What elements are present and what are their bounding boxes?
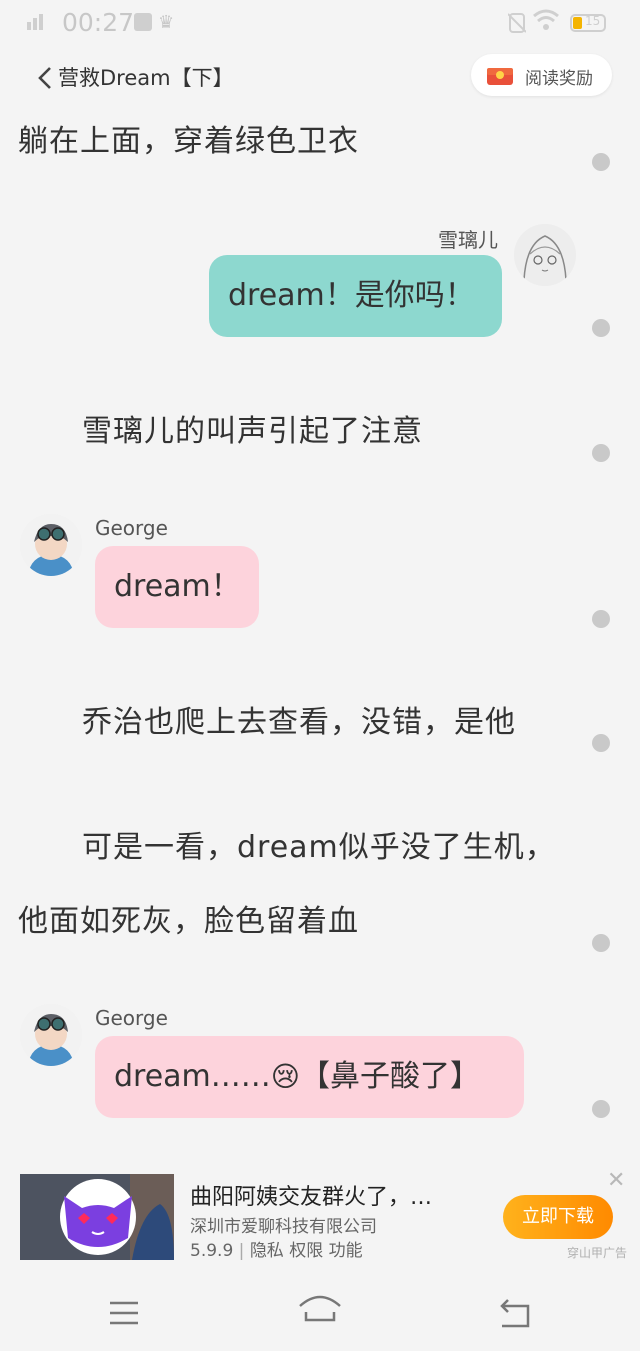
- paragraph-comment-dot[interactable]: [592, 153, 610, 171]
- story-paragraph: 躺在上面，穿着绿色卫衣: [18, 124, 359, 159]
- speaker-name: George: [95, 1006, 168, 1030]
- avatar[interactable]: [20, 514, 82, 576]
- ad-privacy-link[interactable]: 隐私: [250, 1241, 284, 1261]
- chapter-title[interactable]: 营救Dream【下】: [58, 62, 234, 92]
- chat-bubble: dream！: [95, 546, 259, 628]
- paragraph-comment-dot[interactable]: [592, 444, 610, 462]
- story-paragraph: 乔治也爬上去查看，没错，是他: [82, 705, 516, 740]
- ad-meta: 5.9.9 | 隐私 权限 功能: [190, 1236, 363, 1261]
- return-icon[interactable]: [498, 1298, 532, 1328]
- status-bar: 00:27 ♛ 15: [0, 0, 640, 48]
- crown-icon: ♛: [158, 12, 175, 33]
- story-paragraph: 他面如死灰，脸色留着血: [18, 904, 359, 939]
- chat-bubble-text: 【鼻子酸了】: [300, 1059, 480, 1094]
- avatar-george-icon: [20, 1004, 82, 1066]
- play-icon: [134, 13, 152, 31]
- speaker-name: George: [95, 516, 168, 540]
- reading-reward-button[interactable]: 阅读奖励: [471, 54, 612, 96]
- reading-reward-label: 阅读奖励: [525, 69, 593, 89]
- ad-source-tag: 穿山甲广告: [567, 1246, 628, 1260]
- battery-icon: 15: [570, 14, 606, 32]
- ad-version: 5.9.9: [190, 1241, 234, 1261]
- paragraph-comment-dot[interactable]: [592, 1100, 610, 1118]
- battery-level: [573, 17, 582, 29]
- battery-percent: 15: [585, 14, 601, 28]
- avatar-george-icon: [20, 514, 82, 576]
- story-paragraph: 可是一看，dream似乎没了生机，: [82, 830, 556, 865]
- chat-bubble: dream！是你吗！: [209, 255, 502, 337]
- paragraph-comment-dot[interactable]: [592, 934, 610, 952]
- wifi-icon: [533, 9, 559, 30]
- ad-features-link[interactable]: 功能: [329, 1241, 363, 1261]
- close-icon[interactable]: ✕: [607, 1168, 625, 1193]
- status-time: 00:27: [62, 8, 135, 37]
- download-button[interactable]: 立即下载: [503, 1195, 613, 1239]
- ad-permissions-link[interactable]: 权限: [289, 1241, 323, 1261]
- gift-icon: [487, 68, 513, 85]
- avatar[interactable]: [20, 1004, 82, 1066]
- menu-icon[interactable]: [108, 1300, 140, 1326]
- avatar[interactable]: [514, 224, 576, 286]
- paragraph-comment-dot[interactable]: [592, 734, 610, 752]
- ad-separator: |: [238, 1241, 245, 1261]
- crying-emoji-icon: 😢: [270, 1060, 300, 1093]
- signal-icon: [27, 14, 43, 30]
- chat-bubble-text: dream……: [114, 1059, 271, 1094]
- system-nav-bar: [0, 1270, 640, 1351]
- ad-image[interactable]: [20, 1174, 174, 1260]
- rotation-lock-icon: [508, 13, 526, 33]
- ad-title[interactable]: 曲阳阿姨交友群火了，…: [190, 1179, 432, 1211]
- home-icon[interactable]: [298, 1292, 342, 1322]
- avatar-sketch-icon: [514, 224, 576, 286]
- speaker-name: 雪璃儿: [438, 228, 498, 252]
- story-paragraph: 雪璃儿的叫声引起了注意: [82, 414, 423, 449]
- ad-company: 深圳市爱聊科技有限公司: [190, 1217, 377, 1237]
- paragraph-comment-dot[interactable]: [592, 610, 610, 628]
- ad-app-logo-icon: [20, 1174, 174, 1260]
- paragraph-comment-dot[interactable]: [592, 319, 610, 337]
- chat-bubble: dream……😢【鼻子酸了】: [95, 1036, 524, 1118]
